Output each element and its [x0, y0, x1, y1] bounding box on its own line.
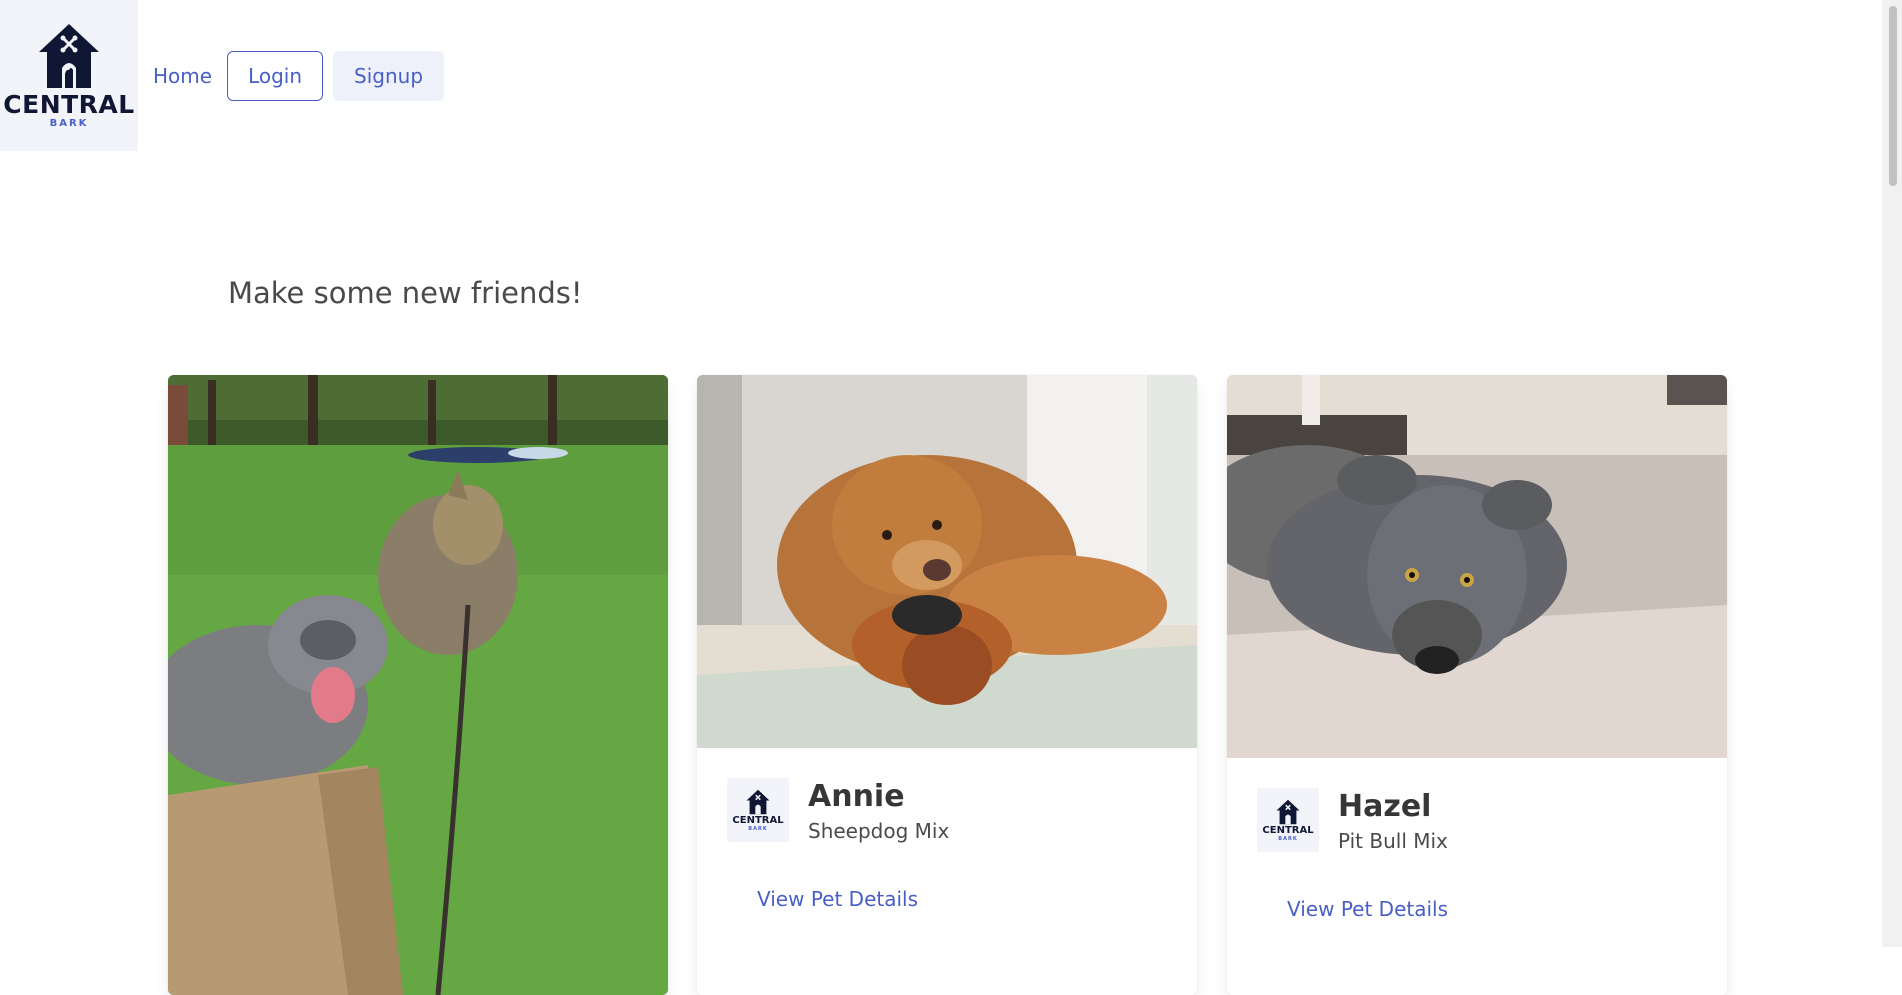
home-link[interactable]: Home [153, 64, 212, 88]
pet-info: CENTRAL BARK Annie Sheepdog Mix [697, 748, 1197, 845]
avatar-wordmark: CENTRAL [732, 814, 784, 826]
pet-breed: Pit Bull Mix [1338, 829, 1448, 853]
brand-subtitle: BARK [49, 117, 89, 129]
avatar-subtitle: BARK [748, 825, 768, 832]
scrollbar-thumb[interactable] [1889, 6, 1897, 186]
view-pet-details-link[interactable]: View Pet Details [1287, 897, 1727, 921]
pet-photo [1227, 375, 1727, 758]
pet-card[interactable]: CENTRAL BARK Hazel Pit Bull Mix View Pet… [1227, 375, 1727, 995]
doghouse-icon [39, 23, 99, 88]
pet-avatar: CENTRAL BARK [1257, 788, 1319, 852]
pet-card[interactable]: CENTRAL BARK Annie Sheepdog Mix View Pet… [697, 375, 1197, 995]
pet-name: Hazel [1338, 789, 1432, 824]
doghouse-icon [1276, 799, 1300, 824]
pet-card[interactable] [168, 375, 668, 995]
top-navbar: CENTRAL BARK Home Login Signup [0, 0, 1880, 151]
signup-button[interactable]: Signup [333, 50, 445, 101]
login-button[interactable]: Login [227, 50, 324, 101]
doghouse-icon [746, 789, 770, 814]
brand-wordmark: CENTRAL [3, 89, 135, 119]
pet-info: CENTRAL BARK Hazel Pit Bull Mix [1227, 758, 1727, 855]
view-pet-details-link[interactable]: View Pet Details [757, 887, 1197, 911]
brand-logo[interactable]: CENTRAL BARK [0, 0, 138, 151]
pet-breed: Sheepdog Mix [808, 819, 950, 843]
pet-photo [168, 375, 668, 995]
pet-avatar: CENTRAL BARK [727, 778, 789, 842]
page-scrollbar[interactable] [1882, 0, 1902, 947]
avatar-subtitle: BARK [1278, 835, 1298, 842]
pet-name: Annie [808, 779, 905, 814]
page-heading: Make some new friends! [228, 276, 583, 310]
pet-photo [697, 375, 1197, 748]
avatar-wordmark: CENTRAL [1262, 824, 1314, 836]
